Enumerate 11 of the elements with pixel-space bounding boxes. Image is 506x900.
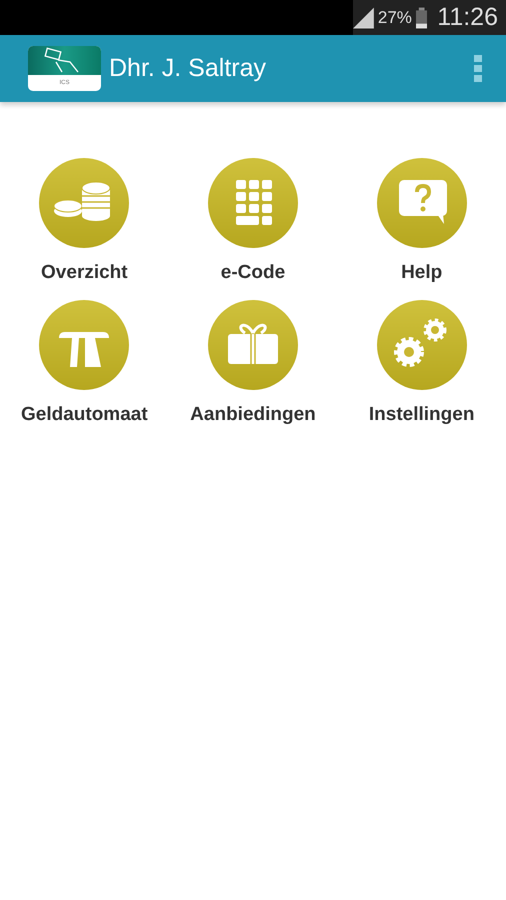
menu-tile[interactable]: Help <box>376 158 467 284</box>
menu-tile[interactable]: Instellingen <box>368 300 474 426</box>
battery-percent: 27% <box>378 8 412 28</box>
user-name-title: Dhr. J. Saltray <box>109 54 267 83</box>
menu-tile[interactable]: Geldautomaat <box>20 300 148 426</box>
signal-icon <box>353 6 374 28</box>
menu-tile[interactable]: Overzicht <box>39 158 130 284</box>
menu-tile[interactable]: e-Code <box>208 158 298 284</box>
menu-tile[interactable]: Aanbiedingen <box>190 300 316 426</box>
battery-icon <box>416 6 428 28</box>
clock-time: 11:26 <box>437 3 498 32</box>
